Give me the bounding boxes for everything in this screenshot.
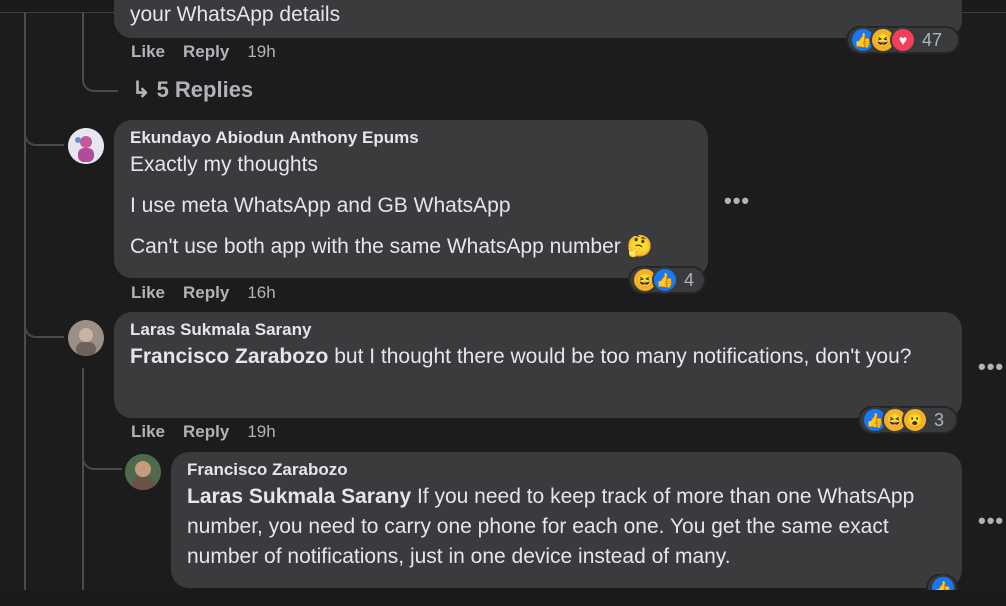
comment-author[interactable]: Francisco Zarabozo (187, 460, 946, 480)
reaction-summary[interactable]: 😆 👍 4 (628, 266, 706, 294)
view-replies-link[interactable]: ↳ 5 Replies (132, 77, 253, 103)
comment-text: I use meta WhatsApp and GB WhatsApp (130, 194, 511, 217)
thread-connector (82, 12, 118, 92)
reply-arrow-icon: ↳ (132, 77, 151, 102)
like-button[interactable]: Like (131, 283, 165, 302)
comment-text: your WhatsApp details (130, 3, 341, 26)
reply-button[interactable]: Reply (183, 422, 229, 441)
thread-line (82, 368, 84, 590)
comment-author[interactable]: Laras Sukmala Sarany (130, 320, 946, 340)
thread-connector (82, 440, 122, 470)
love-icon: ♥ (890, 27, 916, 53)
thread-connector (24, 300, 64, 338)
timestamp[interactable]: 19h (247, 422, 275, 441)
reaction-count: 3 (934, 409, 945, 430)
more-options-button[interactable]: ••• (978, 354, 1004, 380)
more-options-button[interactable]: ••• (724, 188, 750, 214)
avatar-image (68, 128, 104, 164)
like-button[interactable]: Like (131, 422, 165, 441)
reaction-summary[interactable]: 👍 😆 😮 3 (858, 406, 958, 434)
comment-text: Francisco Zarabozo but I thought there w… (130, 345, 912, 368)
avatar[interactable] (68, 320, 104, 356)
reaction-count: 47 (922, 29, 943, 50)
comment-bubble: Ekundayo Abiodun Anthony Epums Exactly m… (114, 120, 708, 278)
like-button[interactable]: Like (131, 42, 165, 61)
comment-text: Laras Sukmala Sarany If you need to keep… (187, 485, 915, 568)
like-icon: 👍 (652, 267, 678, 293)
comment-author[interactable]: Ekundayo Abiodun Anthony Epums (130, 128, 692, 148)
comment-actions: Like Reply 19h (131, 42, 294, 62)
comment-actions: Like Reply 16h (131, 283, 294, 303)
timestamp[interactable]: 16h (247, 283, 275, 302)
timestamp[interactable]: 19h (247, 42, 275, 61)
wow-icon: 😮 (902, 407, 928, 433)
comment-bubble: your WhatsApp details (114, 0, 962, 38)
reaction-count: 4 (684, 269, 695, 290)
avatar[interactable] (125, 454, 161, 490)
more-options-button[interactable]: ••• (978, 508, 1004, 534)
comment-bubble: Laras Sukmala Sarany Francisco Zarabozo … (114, 312, 962, 418)
thread-connector (24, 100, 64, 146)
comment-actions: Like Reply 19h (131, 422, 294, 442)
avatar-image (68, 320, 104, 356)
mention-link[interactable]: Francisco Zarabozo (130, 345, 328, 368)
comment-bubble: Francisco Zarabozo Laras Sukmala Sarany … (171, 452, 962, 588)
comment-text: Can't use both app with the same WhatsAp… (130, 235, 653, 258)
reply-button[interactable]: Reply (183, 283, 229, 302)
avatar-image (125, 454, 161, 490)
bottom-edge (0, 590, 1006, 606)
reply-button[interactable]: Reply (183, 42, 229, 61)
comment-text: Exactly my thoughts (130, 153, 318, 176)
reaction-summary[interactable]: 👍 😆 ♥ 47 (846, 26, 960, 54)
mention-link[interactable]: Laras Sukmala Sarany (187, 485, 411, 508)
avatar[interactable] (68, 128, 104, 164)
